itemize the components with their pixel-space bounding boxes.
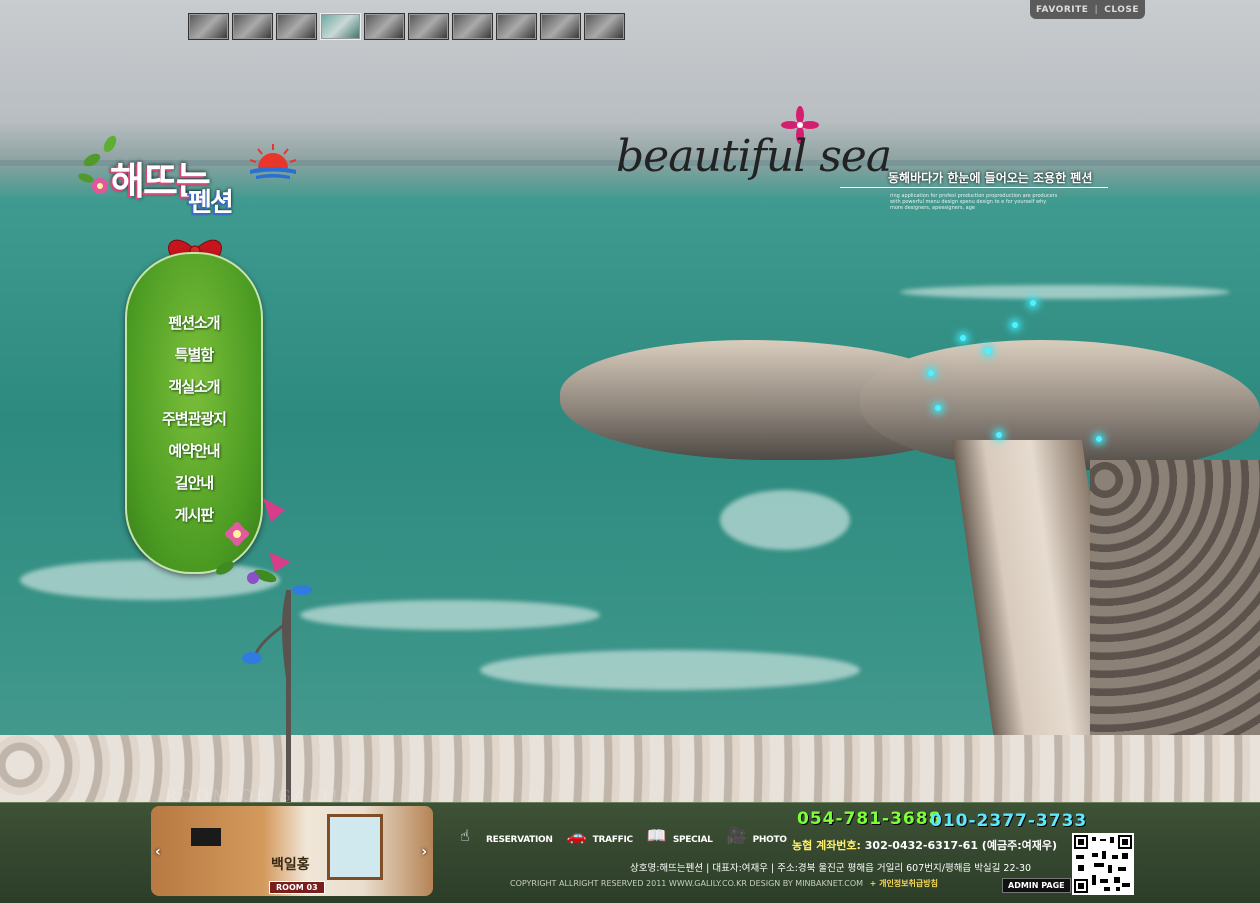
business-address: 상호명:해뜨는펜션 | 대표자:여재우 | 주소:경북 울진군 평해읍 거일리 … [630, 863, 1032, 874]
reservation-link[interactable]: ☝ RESERVATION [460, 826, 553, 846]
quick-links: ☝ RESERVATION 🚗 TRAFFIC 📖 SPECIAL 🎥 PHOT… [460, 826, 787, 846]
bank-value: 302-0432-6317-61 (예금주:여재우) [860, 839, 1057, 852]
thumbnail-strip [188, 13, 625, 40]
sparkle [1012, 322, 1018, 328]
thumbnail[interactable] [584, 13, 625, 40]
logo-text-line2: 펜션 [188, 188, 234, 218]
room-prev-button[interactable]: ‹ [155, 844, 161, 860]
wave-foam [480, 650, 860, 690]
menu-item-attractions[interactable]: 주변관광지 [127, 408, 261, 440]
slogan-fine-print: ring application for profesi production … [890, 193, 1058, 211]
photo-link[interactable]: 🎥 PHOTO [726, 826, 787, 846]
sparkle [928, 370, 934, 376]
thumbnail[interactable] [452, 13, 493, 40]
menu-item-pension-intro[interactable]: 펜션소개 [127, 312, 261, 344]
slogan-script: beautiful sea [616, 131, 892, 182]
phone-number-1: 054-781-3688 [797, 809, 942, 829]
thumbnail[interactable] [188, 13, 229, 40]
wave-foam [720, 490, 850, 550]
qr-code-icon [1074, 835, 1132, 893]
hand-pointer-icon: ☝ [460, 826, 470, 845]
copyright: COPYRIGHT ALLRIGHT RESERVED 2011 WWW.GAL… [510, 878, 938, 889]
slogan-subtitle: 동해바다가 한눈에 들어오는 조용한 펜션 [888, 171, 1093, 185]
room-window [327, 814, 383, 880]
bank-label: 농협 계좌번호: [792, 839, 861, 852]
slogan-block: beautiful sea 동해바다가 한눈에 들어오는 조용한 펜션 ring… [610, 105, 1110, 235]
street-lamp-icon [242, 585, 312, 679]
sparkle [996, 432, 1002, 438]
room-tag: ROOM 03 [269, 881, 325, 894]
sparkle [1096, 436, 1102, 442]
sparkle [985, 348, 991, 354]
footer-ghost-text: ROOM OF GALILY [165, 786, 358, 805]
car-icon: 🚗 [566, 826, 587, 845]
room-preview[interactable]: 백일홍 ROOM 03 ‹ › [151, 806, 433, 896]
room-next-button[interactable]: › [421, 844, 427, 860]
favorite-link[interactable]: FAVORITE [1036, 5, 1089, 15]
sunrise-icon [249, 144, 297, 179]
thumbnail[interactable] [364, 13, 405, 40]
phone-number-2: 010-2377-3733 [930, 811, 1088, 831]
qr-code [1072, 833, 1134, 895]
special-link[interactable]: 📖 SPECIAL [646, 826, 713, 846]
close-link[interactable]: CLOSE [1104, 5, 1139, 15]
menu-item-rooms[interactable]: 객실소개 [127, 376, 261, 408]
thumbnail[interactable] [540, 13, 581, 40]
wave-foam [900, 285, 1230, 299]
menu-item-reservation-guide[interactable]: 예약안내 [127, 440, 261, 472]
sparkle [960, 335, 966, 341]
top-nav-separator: | [1094, 4, 1099, 15]
special-label: SPECIAL [672, 835, 713, 845]
room-name: 백일홍 [271, 857, 310, 873]
privacy-policy-link[interactable]: + 개인정보취급방침 [870, 879, 938, 888]
slogan-divider [840, 187, 1108, 188]
sparkle [1030, 300, 1036, 306]
sparkle [935, 405, 941, 411]
thumbnail[interactable] [276, 13, 317, 40]
reservation-label: RESERVATION [486, 835, 553, 845]
wave-foam [300, 600, 600, 630]
menu-item-special[interactable]: 특별함 [127, 344, 261, 376]
camera-icon: 🎥 [726, 826, 747, 845]
thumbnail-active[interactable] [320, 13, 361, 40]
site-logo[interactable]: 해뜨는 펜션 [78, 130, 308, 230]
thumbnail[interactable] [408, 13, 449, 40]
traffic-label: TRAFFIC [592, 835, 633, 845]
thumbnail[interactable] [496, 13, 537, 40]
photo-label: PHOTO [752, 835, 787, 845]
book-icon: 📖 [646, 826, 667, 845]
tv-shelf [191, 828, 221, 846]
thumbnail[interactable] [232, 13, 273, 40]
copyright-text: COPYRIGHT ALLRIGHT RESERVED 2011 WWW.GAL… [510, 879, 864, 888]
admin-page-button[interactable]: ADMIN PAGE [1002, 878, 1071, 893]
traffic-link[interactable]: 🚗 TRAFFIC [566, 826, 633, 846]
bank-account: 농협 계좌번호: 302-0432-6317-61 (예금주:여재우) [792, 837, 1057, 853]
footer: ROOM OF GALILY 백일홍 ROOM 03 ‹ › ☝ RESERVA… [0, 786, 1260, 903]
top-nav: FAVORITE | CLOSE [1030, 0, 1145, 19]
